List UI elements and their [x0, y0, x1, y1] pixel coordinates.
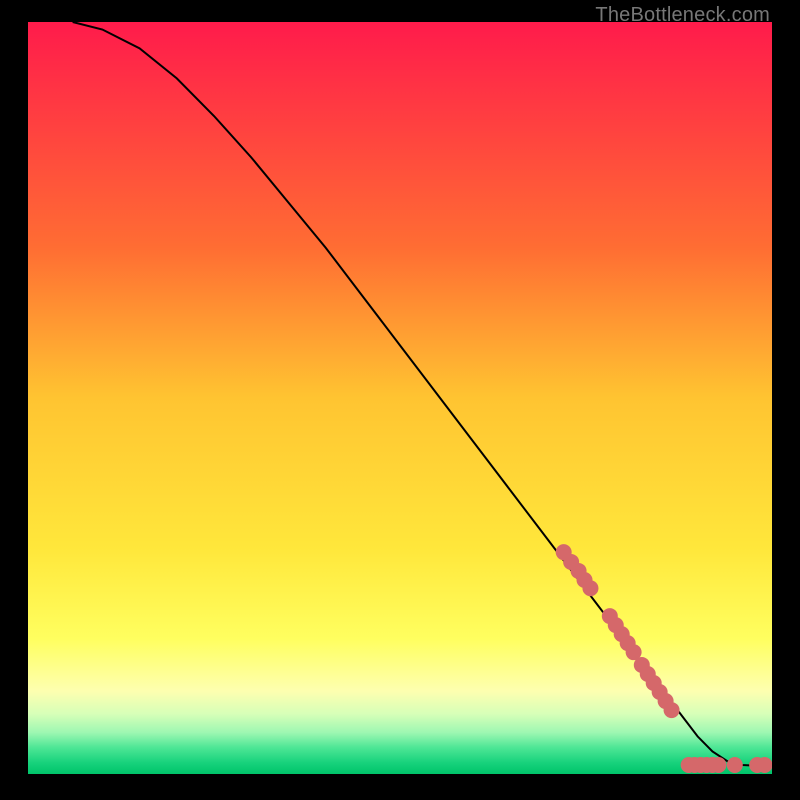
data-marker [582, 580, 598, 596]
data-marker [727, 757, 743, 773]
data-marker [710, 757, 726, 773]
chart-svg [28, 22, 772, 774]
plot-area [28, 22, 772, 774]
data-marker [757, 757, 772, 773]
data-marker [664, 702, 680, 718]
chart-frame: TheBottleneck.com [0, 0, 800, 800]
gradient-background [28, 22, 772, 774]
